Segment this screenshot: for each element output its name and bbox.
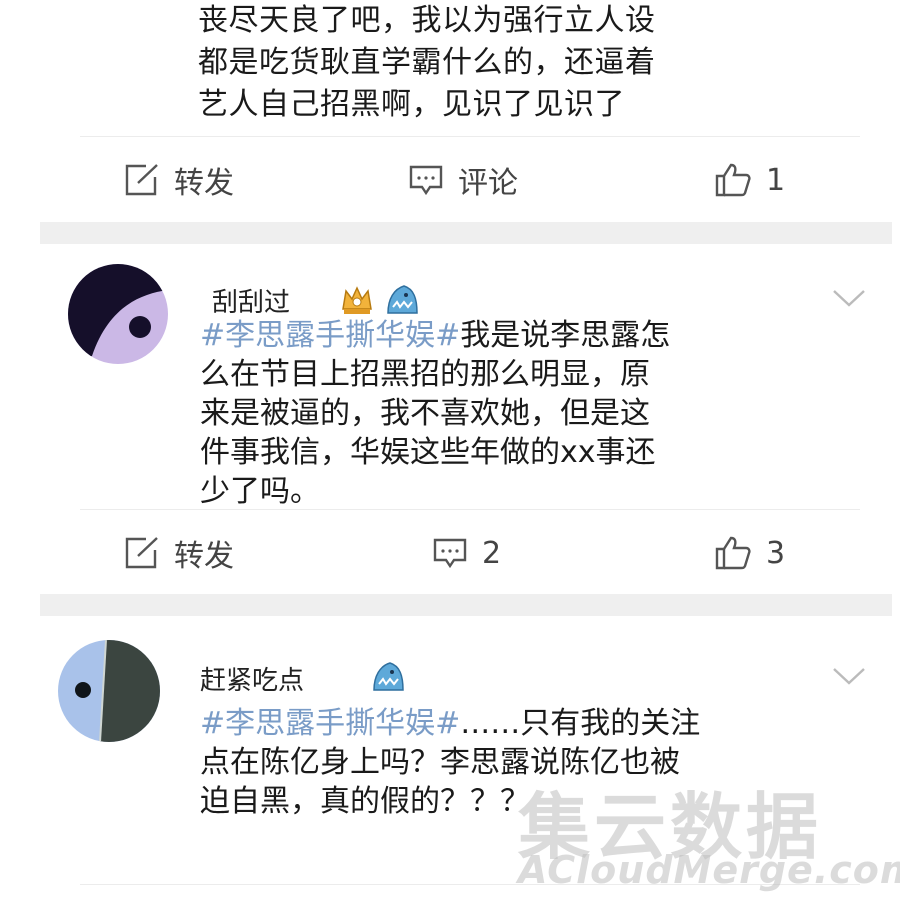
comment-line: 来是被逼的，我不喜欢她，但是这: [200, 396, 650, 431]
repost-button[interactable]: 转发: [124, 518, 234, 588]
hashtag-link[interactable]: #李思露手撕华娱#: [200, 318, 460, 353]
comment-count: 2: [482, 535, 502, 571]
repost-label: 转发: [174, 166, 234, 201]
repost-label: 转发: [174, 539, 234, 574]
shark-badge-icon: [370, 660, 406, 698]
post-line: 都是吃货耿直学霸什么的，还逼着: [198, 45, 656, 80]
hashtag-link[interactable]: #李思露手撕华娱#: [200, 706, 460, 741]
repost-icon: [124, 536, 160, 570]
avatar[interactable]: [58, 640, 160, 742]
comment-line-text: 我是说李思露怎: [460, 318, 671, 353]
section-separator: [40, 594, 892, 616]
comment-line: #李思露手撕华娱#……只有我的关注: [200, 704, 720, 743]
comment-line: 少了吗。: [200, 474, 320, 509]
comment-text: #李思露手撕华娱#我是说李思露怎 么在节目上招黑招的那么明显，原 来是被逼的，我…: [200, 316, 720, 511]
like-count: 3: [766, 535, 786, 571]
avatar[interactable]: [68, 264, 168, 364]
username[interactable]: 赶紧吃点: [200, 660, 304, 697]
watermark-url: ACloudMerge.com: [518, 848, 900, 892]
like-icon: [714, 535, 752, 571]
like-icon: [714, 162, 752, 198]
divider: [80, 136, 860, 137]
post-line: 艺人自己招黑啊，见识了见识了: [198, 87, 625, 122]
comment-line: 件事我信，华娱这些年做的xx事还: [200, 435, 656, 470]
post-text: 丧尽天良了吧，我以为强行立人设 都是吃货耿直学霸什么的，还逼着 艺人自己招黑啊，…: [198, 0, 718, 126]
comment-line: 么在节目上招黑招的那么明显，原: [200, 357, 650, 392]
repost-button[interactable]: 转发: [124, 145, 234, 215]
comment-label: 评论: [458, 166, 518, 201]
comment-line: #李思露手撕华娱#我是说李思露怎: [200, 316, 720, 355]
post-line: 丧尽天良了吧，我以为强行立人设: [198, 3, 656, 38]
repost-icon: [124, 163, 160, 197]
comment-action-row: 转发 2 3: [0, 518, 900, 588]
username[interactable]: 刮刮过: [212, 282, 290, 319]
post-action-row: 转发 评论 1: [0, 145, 900, 215]
like-count: 1: [766, 162, 786, 198]
comment-icon: [432, 536, 468, 570]
comment-icon: [408, 163, 444, 197]
like-button[interactable]: 1: [714, 145, 785, 215]
section-separator: [40, 222, 892, 244]
chevron-down-icon[interactable]: [832, 666, 866, 690]
divider: [80, 509, 860, 510]
comment-line-text: ……只有我的关注: [460, 706, 701, 741]
comment-button[interactable]: 2: [432, 518, 501, 588]
like-button[interactable]: 3: [714, 518, 785, 588]
comment-button[interactable]: 评论: [408, 145, 518, 215]
chevron-down-icon[interactable]: [832, 288, 866, 312]
